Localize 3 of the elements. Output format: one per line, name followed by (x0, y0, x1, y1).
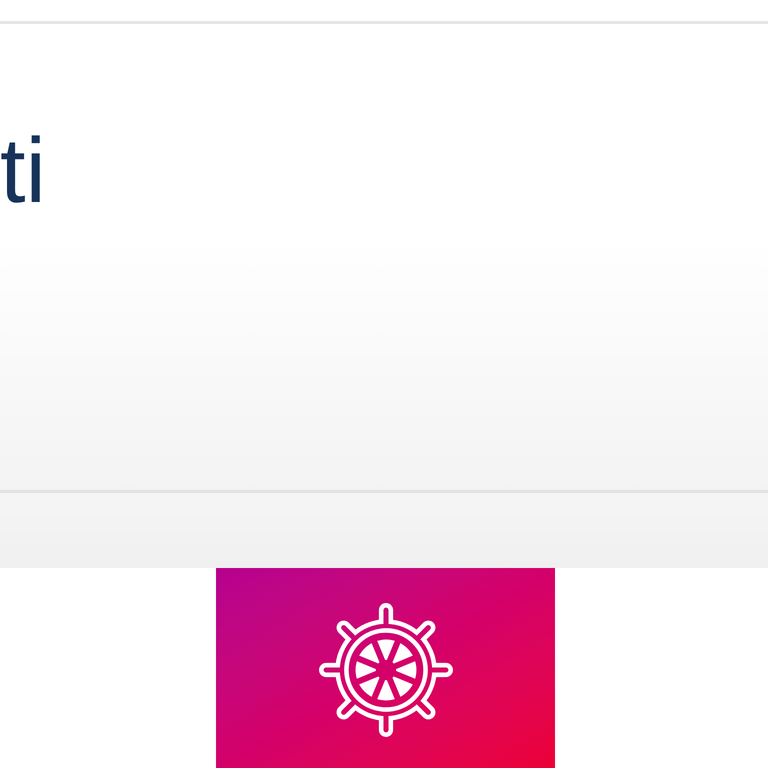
category-tile[interactable] (216, 568, 555, 768)
ship-wheel-icon (316, 601, 454, 739)
banner-title: ti (0, 125, 46, 217)
